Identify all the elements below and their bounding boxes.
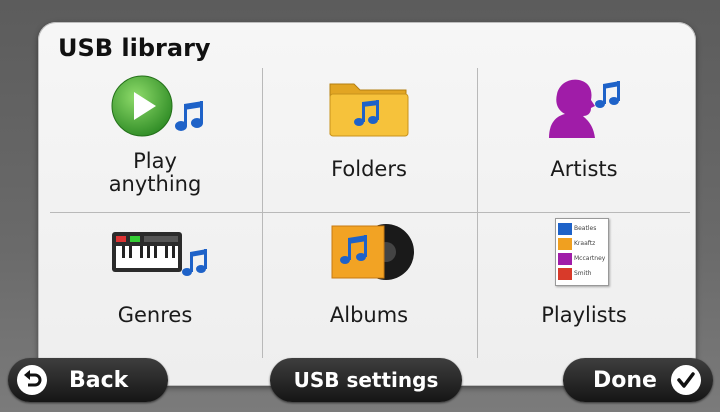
folder-music-icon bbox=[329, 83, 409, 137]
back-arrow-icon bbox=[17, 365, 47, 395]
usb-settings-label: USB settings bbox=[293, 368, 439, 392]
page-title: USB library bbox=[58, 34, 211, 62]
artist-music-icon bbox=[549, 79, 620, 138]
playlist-line: Kraaftz bbox=[574, 240, 596, 247]
usb-settings-button[interactable]: USB settings bbox=[270, 358, 462, 402]
grid-divider bbox=[50, 212, 690, 213]
done-label: Done bbox=[593, 367, 657, 393]
grid-divider bbox=[477, 68, 478, 358]
playlist-icon: Beatles Kraaftz Mccartney Smith bbox=[555, 218, 609, 286]
grid-item-label: Genres bbox=[117, 303, 193, 327]
done-button[interactable]: Done bbox=[563, 358, 713, 402]
grid-item-label: Play anything bbox=[108, 149, 202, 196]
playlist-line: Mccartney bbox=[574, 255, 606, 262]
grid-item-play-anything[interactable]: Play anything bbox=[50, 68, 260, 210]
grid-item-label: Playlists bbox=[541, 303, 627, 327]
note-icon bbox=[558, 268, 572, 280]
grid-item-label: Albums bbox=[329, 303, 409, 327]
back-button[interactable]: Back bbox=[8, 358, 168, 402]
note-icon bbox=[558, 238, 572, 250]
playlist-line: Beatles bbox=[574, 225, 597, 232]
checkmark-icon bbox=[670, 365, 701, 395]
keyboard-music-icon bbox=[112, 232, 207, 276]
grid-divider bbox=[262, 68, 263, 358]
grid-item-albums[interactable]: Albums bbox=[264, 214, 474, 356]
grid-item-artists[interactable]: Artists bbox=[479, 68, 689, 210]
grid-item-label: Artists bbox=[550, 157, 618, 181]
play-music-icon bbox=[111, 75, 203, 137]
grid-item-genres[interactable]: Genres bbox=[50, 214, 260, 356]
note-icon bbox=[558, 223, 572, 235]
back-label: Back bbox=[69, 367, 129, 393]
library-grid: Play anything Folders Artists Genres Alb… bbox=[50, 68, 690, 358]
grid-item-playlists[interactable]: Beatles Kraaftz Mccartney Smith Playlist… bbox=[479, 214, 689, 356]
album-music-icon bbox=[331, 224, 414, 280]
grid-item-label: Folders bbox=[331, 157, 407, 181]
note-icon bbox=[558, 253, 572, 265]
playlist-line: Smith bbox=[574, 270, 592, 277]
grid-item-folders[interactable]: Folders bbox=[264, 68, 474, 210]
